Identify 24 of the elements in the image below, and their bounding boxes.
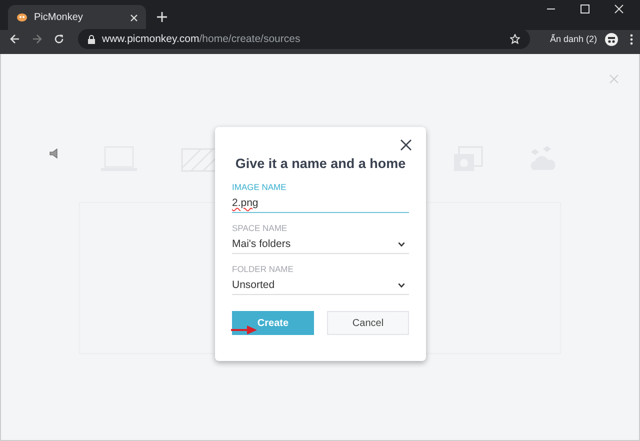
input-field[interactable]: SPACE NAME Mai's folders	[232, 223, 409, 254]
new-tab-icon[interactable]	[157, 12, 167, 22]
browser-tab[interactable]: PicMonkey	[8, 5, 146, 30]
pointer-arrow	[231, 325, 257, 335]
input-field[interactable]: FOLDER NAME Unsorted	[232, 264, 409, 295]
chevron-icon	[398, 242, 405, 246]
menu-icon[interactable]	[630, 34, 633, 44]
input-field[interactable]: IMAGE NAME 2.png	[232, 182, 409, 213]
url-text: www.picmonkey.com/home/create/sources	[102, 33, 300, 45]
profile-label[interactable]: Ẩn danh (2)	[550, 34, 597, 44]
cancel-button[interactable]: Cancel	[327, 311, 409, 335]
lock-icon	[88, 34, 95, 44]
tab-title: PicMonkey	[34, 12, 84, 23]
star-icon[interactable]	[510, 34, 520, 44]
address-bar[interactable]: www.picmonkey.com/home/create/sources	[78, 29, 530, 49]
dialog-title: Give it a name and a home	[234, 155, 407, 173]
forward-icon[interactable]	[32, 34, 42, 44]
maximize-icon[interactable]	[580, 4, 590, 14]
speaker-icon	[49, 148, 59, 159]
incognito-icon[interactable]	[605, 32, 618, 46]
chevron-icon	[398, 282, 405, 288]
back-icon[interactable]	[10, 34, 20, 44]
close-icon[interactable]	[400, 139, 412, 151]
reload-icon[interactable]	[54, 34, 64, 44]
